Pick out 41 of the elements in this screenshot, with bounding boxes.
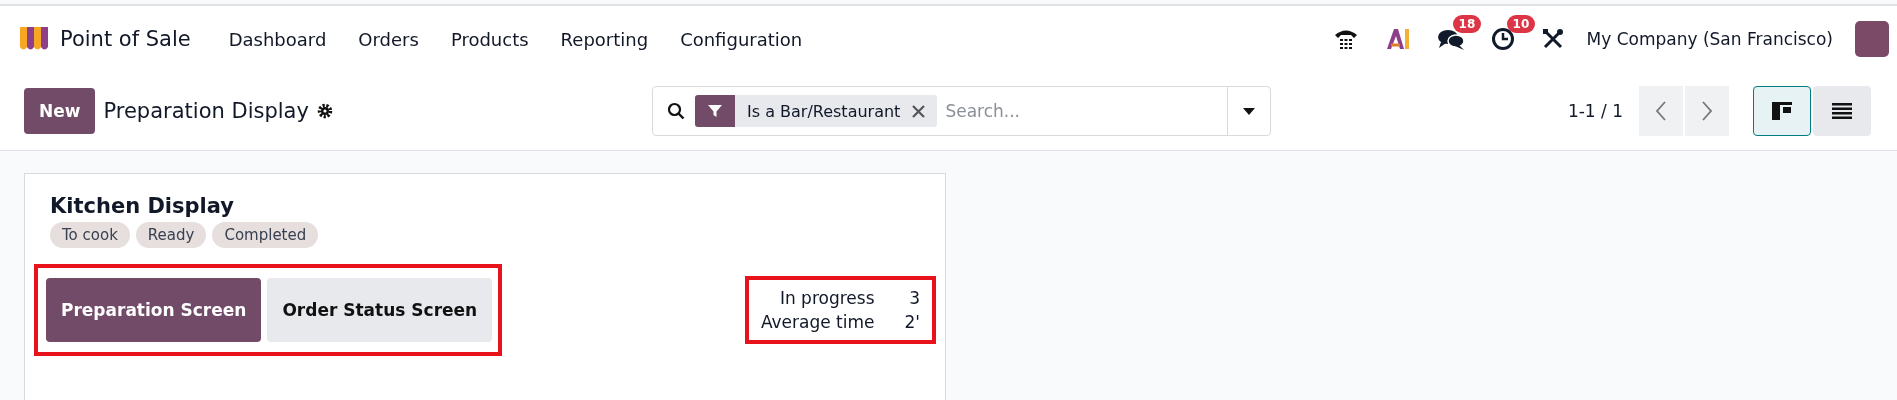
stat-label: In progress (778, 288, 875, 308)
status-tag: To cook (50, 222, 130, 248)
count-badge: 18 (1452, 15, 1482, 33)
chevron-left-icon (1655, 101, 1667, 121)
ai-icon[interactable] (1384, 27, 1411, 51)
kanban-view-button[interactable] (1753, 86, 1811, 136)
screen-button[interactable]: Order Status Screen (267, 278, 493, 342)
search-icon[interactable] (667, 102, 685, 120)
count-badge: 10 (1506, 15, 1536, 33)
close-icon[interactable] (912, 105, 926, 118)
list-view-button[interactable] (1813, 86, 1871, 136)
stat-value: 3 (908, 288, 920, 308)
facet-label: Is a Bar/Restaurant (746, 101, 902, 121)
kanban-icon (1772, 102, 1792, 120)
storefront-awning-icon[interactable] (18, 25, 50, 53)
chat-icon[interactable] (1436, 27, 1465, 51)
tools-icon[interactable] (1540, 27, 1565, 51)
gear-icon[interactable] (316, 103, 333, 119)
filter-facet[interactable]: Is a Bar/Restaurant (695, 95, 938, 127)
card-title: Kitchen Display (50, 194, 235, 218)
caret-icon[interactable] (1243, 107, 1255, 115)
status-tag: Ready (135, 222, 207, 248)
screen-button[interactable]: Preparation Screen (46, 278, 262, 342)
filter-icon (707, 103, 723, 119)
menu-item[interactable]: Orders (342, 28, 435, 50)
new-button[interactable]: New (24, 88, 96, 134)
menu-item[interactable]: Products (434, 28, 545, 50)
page-title: Preparation Display (103, 99, 309, 123)
clock-icon[interactable] (1490, 27, 1515, 51)
list-icon (1832, 103, 1852, 119)
menu-item[interactable]: Configuration (664, 28, 819, 50)
chevron-right-icon (1701, 101, 1713, 121)
stat-label: Average time (760, 312, 875, 332)
app-name[interactable]: Point of Sale (60, 27, 191, 51)
menu-item[interactable]: Reporting (544, 28, 665, 50)
pager-value[interactable]: 1-1 / 1 (1567, 101, 1623, 121)
menu-item[interactable]: Dashboard (212, 28, 343, 50)
search-field[interactable]: Is a Bar/Restaurant Search... (652, 86, 1271, 136)
company-name[interactable]: My Company (San Francisco) (1586, 29, 1833, 49)
status-tag: Completed (212, 222, 319, 248)
stat-value: 2' (904, 312, 920, 332)
